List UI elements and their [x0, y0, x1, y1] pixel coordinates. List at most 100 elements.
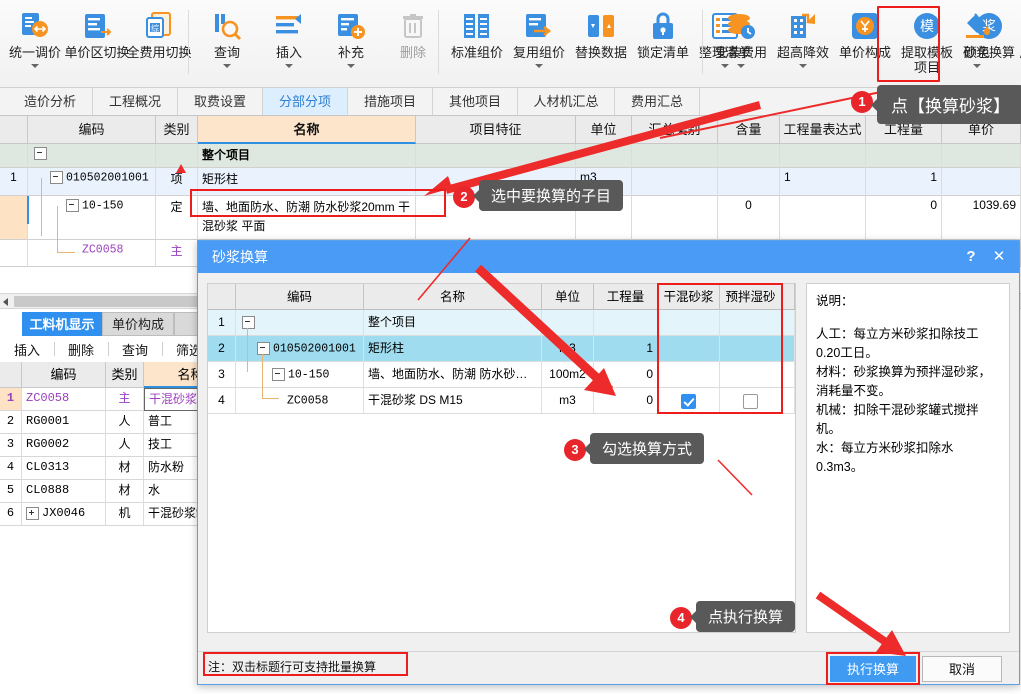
cell-code[interactable]: JX0046 — [22, 503, 106, 526]
cell-code[interactable] — [236, 310, 364, 336]
dialog-header-7[interactable] — [782, 284, 795, 310]
dialog-header-2[interactable]: 名称 — [364, 284, 542, 310]
cell-feature[interactable] — [416, 144, 576, 168]
cell-no[interactable]: 1 — [0, 168, 28, 196]
dialog-header-4[interactable]: 工程量 — [594, 284, 658, 310]
tab-0[interactable]: 造价分析 — [8, 88, 93, 115]
tree-collapse-icon[interactable] — [66, 199, 79, 213]
wet-mortar-checkbox-cell[interactable] — [720, 362, 782, 388]
scroll-left-arrow-icon[interactable] — [3, 298, 8, 306]
chevron-down-icon[interactable] — [799, 64, 807, 68]
scrollbar-thumb[interactable] — [14, 296, 210, 307]
grid-header-2[interactable]: 类别 — [156, 116, 198, 144]
cell-code[interactable]: 010502001001 — [236, 336, 364, 362]
grid-header-4[interactable]: 项目特征 — [416, 116, 576, 144]
table-row[interactable]: 3 10-150 墙、地面防水、防潮 防水砂… 100m2 0 — [208, 362, 795, 388]
cell-no[interactable] — [0, 240, 28, 267]
cell-code[interactable]: ZC0058 — [22, 388, 106, 411]
toolbar-unit-price-composition-button[interactable]: 单价构成 — [834, 6, 896, 60]
wet-mortar-checkbox[interactable] — [743, 394, 758, 410]
cell-code[interactable]: 10-150 — [28, 196, 156, 240]
dialog-header-1[interactable]: 编码 — [236, 284, 364, 310]
cell-code[interactable]: ZC0058 — [236, 388, 364, 414]
bottom-tab-1[interactable]: 单价构成 — [102, 312, 174, 336]
wet-mortar-checkbox-cell[interactable] — [720, 310, 782, 336]
toolbar-expand-to-button[interactable]: 展开到 — [1008, 6, 1021, 68]
grid-header-0[interactable] — [0, 116, 28, 144]
conversion-grid[interactable]: 编码名称单位工程量干混砂浆预拌湿砂浆1整个项目2010502001001矩形柱m… — [207, 283, 796, 633]
tree-collapse-icon[interactable] — [50, 171, 63, 185]
toolbar-unified-price-adjust-button[interactable]: 统一调价 — [4, 6, 66, 68]
cell-name[interactable]: 整个项目 — [364, 310, 542, 336]
cell-cat[interactable]: 项 — [156, 168, 198, 196]
cell-qty[interactable] — [866, 144, 942, 168]
wet-mortar-checkbox-cell[interactable] — [720, 388, 782, 414]
cell-cat[interactable]: 主 — [156, 240, 198, 267]
chevron-down-icon[interactable] — [737, 64, 745, 68]
tree-expand-icon[interactable] — [26, 507, 39, 520]
table-row[interactable]: 2 010502001001 矩形柱 m3 1 — [208, 336, 795, 362]
chevron-down-icon[interactable] — [31, 64, 39, 68]
tab-5[interactable]: 其他项目 — [433, 88, 518, 115]
close-icon[interactable]: ✕ — [987, 241, 1011, 273]
cell-qty[interactable]: 0 — [866, 196, 942, 240]
cell-cat[interactable]: 人 — [106, 434, 144, 457]
cell-name[interactable]: 墙、地面防水、防潮 防水砂… — [364, 362, 542, 388]
cell-expr[interactable] — [780, 144, 866, 168]
cell-code[interactable]: RG0001 — [22, 411, 106, 434]
grid-header-1[interactable]: 编码 — [28, 116, 156, 144]
cell-price[interactable]: 1039.69 — [942, 196, 1021, 240]
cell-unit[interactable] — [576, 144, 632, 168]
dry-mortar-checkbox[interactable] — [681, 394, 696, 410]
cell-qty[interactable]: 0 — [594, 388, 658, 414]
cell-qty[interactable] — [594, 310, 658, 336]
grid-header-6[interactable]: 汇总类别 — [632, 116, 718, 144]
cell-unit[interactable]: 100m2 — [542, 362, 594, 388]
dialog-header-0[interactable] — [208, 284, 236, 310]
cell-code[interactable]: RG0002 — [22, 434, 106, 457]
bottom-tab-0[interactable]: 工料机显示 — [22, 312, 102, 336]
bottom-header-1[interactable]: 编码 — [22, 362, 106, 388]
toolbar-color-button[interactable]: 颜色 — [946, 6, 1008, 68]
cell-no[interactable]: 1 — [0, 388, 22, 411]
toolbar-lock-list-button[interactable]: 锁定清单 — [632, 6, 694, 60]
tab-4[interactable]: 措施项目 — [348, 88, 433, 115]
dry-mortar-checkbox-cell[interactable] — [658, 336, 720, 362]
bottom-toolbar-1[interactable]: 删除 — [68, 340, 94, 359]
toolbar-super-high-reduction-button[interactable]: 超高降效 — [772, 6, 834, 68]
cell-no[interactable]: 6 — [0, 503, 22, 526]
table-row[interactable]: 1 整个项目 — [208, 310, 795, 336]
toolbar-reuse-group-price-button[interactable]: 复用组价 — [508, 6, 570, 68]
toolbar-unit-price-zone-switch-button[interactable]: 单价区切换 — [65, 6, 130, 60]
tab-7[interactable]: 费用汇总 — [615, 88, 700, 115]
cell-no[interactable]: 1 — [208, 310, 236, 336]
cell-code[interactable]: CL0313 — [22, 457, 106, 480]
cell-code[interactable]: CL0888 — [22, 480, 106, 503]
cell-sumcat[interactable] — [632, 144, 718, 168]
grid-header-5[interactable]: 单位 — [576, 116, 632, 144]
cell-name[interactable]: 整个项目 — [198, 144, 416, 168]
dialog-header-6[interactable]: 预拌湿砂浆 — [720, 284, 782, 330]
grid-header-7[interactable]: 含量 — [718, 116, 780, 144]
execute-conversion-button[interactable]: 执行换算 — [830, 656, 916, 682]
chevron-down-icon[interactable] — [285, 64, 293, 68]
chevron-down-icon[interactable] — [347, 64, 355, 68]
chevron-down-icon[interactable] — [223, 64, 231, 68]
cell-expr[interactable]: 1 — [780, 168, 866, 196]
tree-collapse-icon[interactable] — [257, 342, 270, 356]
cell-sumcat[interactable] — [632, 196, 718, 240]
chevron-down-icon[interactable] — [535, 64, 543, 68]
grid-header-8[interactable]: 工程量表达式 — [780, 116, 866, 144]
cell-name[interactable]: 矩形柱 — [364, 336, 542, 362]
grid-header-3[interactable]: 名称 — [198, 116, 416, 144]
toolbar-replace-data-button[interactable]: 替换数据 — [570, 6, 632, 60]
cell-no[interactable]: 2 — [0, 411, 22, 434]
toolbar-insert-button[interactable]: 插入 — [258, 6, 320, 68]
cell-no[interactable] — [0, 144, 28, 168]
table-row[interactable]: 4 ZC0058 干混砂浆 DS M15 m3 0 — [208, 388, 795, 414]
bottom-header-0[interactable] — [0, 362, 22, 388]
cell-unit[interactable]: m3 — [542, 336, 594, 362]
cell-sumcat[interactable] — [632, 168, 718, 196]
cell-qty[interactable]: 1 — [594, 336, 658, 362]
chevron-down-icon[interactable] — [973, 64, 981, 68]
